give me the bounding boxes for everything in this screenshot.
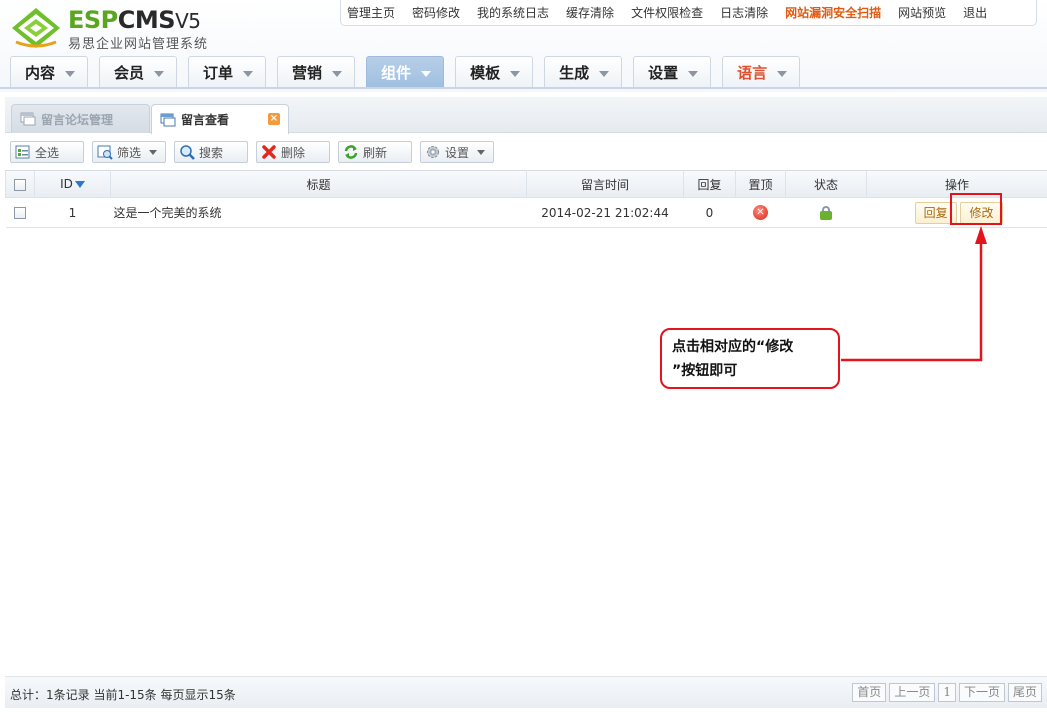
menu-member[interactable]: 会员 [99, 56, 178, 88]
logo-subtitle: 易思企业网站管理系统 [68, 37, 209, 52]
message-table: ID 标题 留言时间 回复 置顶 状态 操作 1 这是一个完美的系统 2014-… [5, 170, 1047, 228]
window-icon [20, 112, 36, 126]
chevron-down-icon [154, 70, 165, 77]
menu-marketing[interactable]: 营销 [277, 56, 356, 88]
chevron-down-icon [477, 149, 485, 155]
pagination: 首页 上一页 1 下一页 尾页 [849, 683, 1042, 702]
annotation-callout: 点击相对应的“修改 ”按钮即可 [660, 328, 840, 389]
menu-divider [0, 87, 1047, 89]
row-replies: 0 [683, 197, 736, 228]
unlock-icon[interactable] [820, 205, 832, 220]
filter-button[interactable]: 筛选 [92, 141, 166, 163]
toolbar: 全选 筛选 搜索 删除 刷新 设置 [5, 138, 1047, 166]
header-replies: 回复 [683, 170, 736, 198]
record-summary: 总计：1条记录 当前1-15条 每页显示15条 [10, 688, 236, 702]
logo-icon [12, 8, 60, 48]
menu-generate[interactable]: 生成 [544, 56, 623, 88]
topnav-site-preview[interactable]: 网站预览 [898, 4, 946, 21]
search-icon [180, 145, 195, 160]
header: ESPCMSV5 易思企业网站管理系统 管理主页 密码修改 我的系统日志 缓存清… [0, 0, 1047, 92]
chevron-down-icon [65, 70, 76, 77]
tab-strip: 留言论坛管理 留言查看 × [5, 97, 1047, 134]
topnav-my-log[interactable]: 我的系统日志 [477, 4, 549, 21]
row-checkbox-cell [5, 197, 35, 228]
chevron-down-icon [510, 70, 521, 77]
topnav-file-permission[interactable]: 文件权限检查 [631, 4, 703, 21]
refresh-icon [344, 145, 358, 159]
select-all-button[interactable]: 全选 [10, 141, 84, 163]
topnav-change-password[interactable]: 密码修改 [412, 4, 460, 21]
header-time: 留言时间 [526, 170, 684, 198]
logo-brand: ESPCMSV5 [68, 6, 201, 34]
menu-order[interactable]: 订单 [188, 56, 267, 88]
filter-icon [97, 145, 113, 160]
chevron-down-icon [421, 70, 432, 77]
close-icon[interactable]: × [268, 113, 280, 125]
main-menu: 内容 会员 订单 营销 组件 模板 生成 设置 语言 [10, 56, 811, 88]
page-last[interactable]: 尾页 [1007, 683, 1042, 702]
message-grid: ID 标题 留言时间 回复 置顶 状态 操作 1 这是一个完美的系统 2014-… [5, 170, 1047, 228]
header-status: 状态 [785, 170, 867, 198]
edit-highlight-box [950, 193, 1002, 225]
table-row: 1 这是一个完美的系统 2014-02-21 21:02:44 0 ✕ 回复 修… [5, 197, 1047, 228]
logo[interactable]: ESPCMSV5 易思企业网站管理系统 [10, 4, 220, 52]
menu-language[interactable]: 语言 [722, 56, 801, 88]
chevron-down-icon [332, 70, 343, 77]
page-first[interactable]: 首页 [852, 683, 887, 702]
topnav-security-scan[interactable]: 网站漏洞安全扫描 [785, 4, 881, 21]
not-pinned-icon[interactable]: ✕ [753, 205, 768, 220]
topnav-logout[interactable]: 退出 [963, 4, 987, 21]
refresh-button[interactable]: 刷新 [338, 141, 412, 163]
chevron-down-icon [243, 70, 254, 77]
header-checkbox-cell [5, 170, 35, 198]
page-next[interactable]: 下一页 [958, 683, 1005, 702]
sort-desc-icon [74, 181, 85, 188]
menu-content[interactable]: 内容 [10, 56, 89, 88]
tab-forum-manage[interactable]: 留言论坛管理 [11, 104, 150, 133]
header-id[interactable]: ID [34, 170, 111, 198]
menu-template[interactable]: 模板 [455, 56, 534, 88]
header-title: 标题 [110, 170, 527, 198]
row-pinned-cell: ✕ [735, 197, 786, 228]
top-navigation: 管理主页 密码修改 我的系统日志 缓存清除 文件权限检查 日志清除 网站漏洞安全… [340, 0, 1037, 26]
row-status-cell [785, 197, 867, 228]
select-all-checkbox[interactable] [14, 178, 26, 191]
menu-components[interactable]: 组件 [366, 56, 445, 88]
row-title: 这是一个完美的系统 [110, 197, 527, 228]
tab-message-view[interactable]: 留言查看 × [151, 104, 289, 134]
window-icon [160, 113, 176, 126]
topnav-clear-log[interactable]: 日志清除 [720, 4, 768, 21]
settings-button[interactable]: 设置 [420, 141, 494, 163]
chevron-down-icon [149, 149, 157, 155]
gear-icon [427, 146, 439, 158]
chevron-down-icon [599, 70, 610, 77]
footer: 总计：1条记录 当前1-15条 每页显示15条 首页 上一页 1 下一页 尾页 [5, 676, 1047, 708]
search-button[interactable]: 搜索 [174, 141, 248, 163]
menu-settings[interactable]: 设置 [633, 56, 712, 88]
row-checkbox[interactable] [14, 207, 26, 219]
topnav-home[interactable]: 管理主页 [347, 4, 395, 21]
row-id: 1 [34, 197, 111, 228]
table-header-row: ID 标题 留言时间 回复 置顶 状态 操作 [5, 170, 1047, 198]
row-time: 2014-02-21 21:02:44 [526, 197, 684, 228]
page-current[interactable]: 1 [938, 683, 956, 702]
header-pinned: 置顶 [735, 170, 786, 198]
page-prev[interactable]: 上一页 [889, 683, 936, 702]
topnav-clear-cache[interactable]: 缓存清除 [566, 4, 614, 21]
delete-icon [262, 145, 276, 159]
chevron-down-icon [777, 70, 788, 77]
select-all-icon [15, 145, 30, 159]
chevron-down-icon [688, 70, 699, 77]
delete-button[interactable]: 删除 [256, 141, 330, 163]
